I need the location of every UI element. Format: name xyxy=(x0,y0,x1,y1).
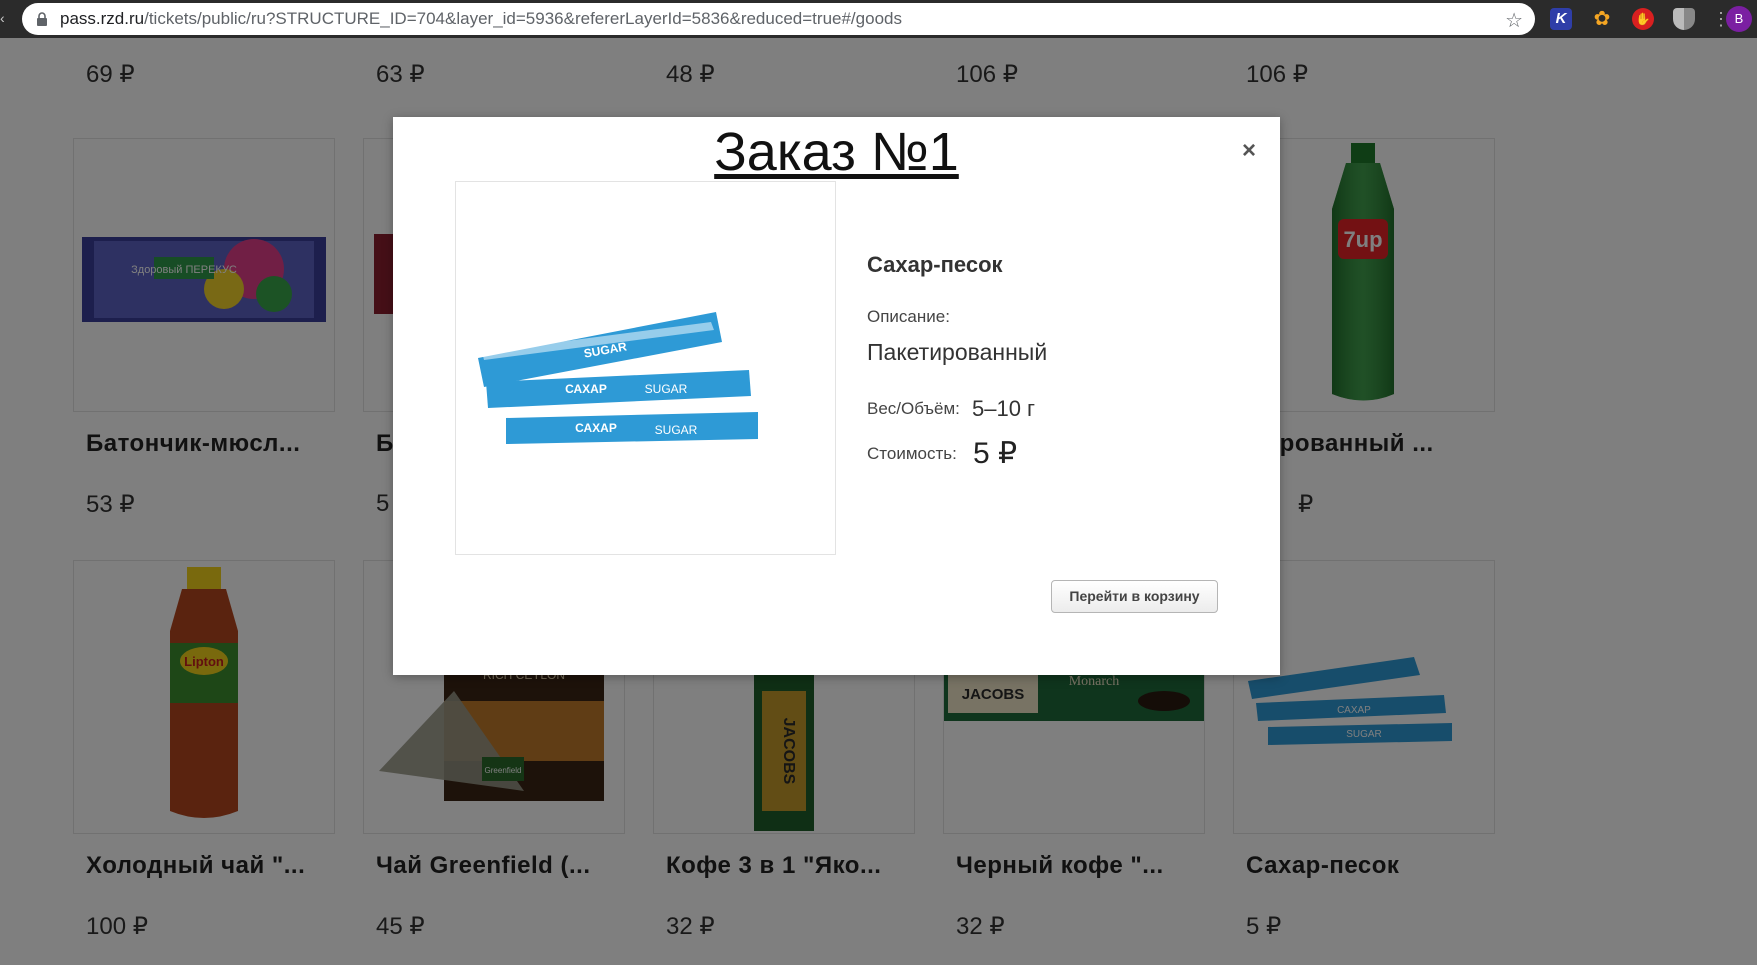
svg-text:SUGAR: SUGAR xyxy=(655,423,698,437)
go-to-cart-button[interactable]: Перейти в корзину xyxy=(1051,580,1218,613)
svg-text:САХАР: САХАР xyxy=(565,382,607,396)
modal-title: Заказ №1 xyxy=(714,122,959,182)
svg-text:САХАР: САХАР xyxy=(575,421,617,435)
lock-icon xyxy=(37,12,47,26)
weight-value: 5–10 г xyxy=(972,396,1036,421)
description-label: Описание: xyxy=(867,307,950,326)
paw-extension-icon[interactable]: ✿ xyxy=(1591,8,1613,30)
product-image: SUGAR САХАР SUGAR САХАР SUGAR xyxy=(455,181,836,555)
shield-extension-icon[interactable] xyxy=(1673,8,1695,30)
description-value: Пакетированный xyxy=(867,339,1048,365)
product-name: Сахар-песок xyxy=(867,252,1003,277)
back-icon[interactable]: ‹ xyxy=(0,10,5,26)
cost-value: 5 ₽ xyxy=(973,437,1018,470)
cost-label: Стоимость: xyxy=(867,444,957,463)
browser-toolbar: ‹ pass.rzd.ru/tickets/public/ru?STRUCTUR… xyxy=(0,0,1757,38)
sugar-sticks-image: SUGAR САХАР SUGAR САХАР SUGAR xyxy=(478,312,758,444)
kaspersky-extension-icon[interactable]: K xyxy=(1550,8,1572,30)
bookmark-star-icon[interactable]: ☆ xyxy=(1505,8,1523,33)
close-icon[interactable]: × xyxy=(1242,137,1256,165)
profile-avatar[interactable]: B xyxy=(1726,6,1752,32)
order-modal: Заказ №1 × SUGAR САХАР SUGAR САХАР SUGAR… xyxy=(393,117,1280,675)
weight-label: Вес/Объём: xyxy=(867,399,960,418)
address-bar[interactable]: pass.rzd.ru/tickets/public/ru?STRUCTURE_… xyxy=(22,3,1535,35)
extensions-divider-icon: ⋮ xyxy=(1712,9,1730,29)
url-text: pass.rzd.ru/tickets/public/ru?STRUCTURE_… xyxy=(60,9,902,28)
adblock-extension-icon[interactable]: ✋ xyxy=(1632,8,1654,30)
svg-text:SUGAR: SUGAR xyxy=(645,382,688,396)
